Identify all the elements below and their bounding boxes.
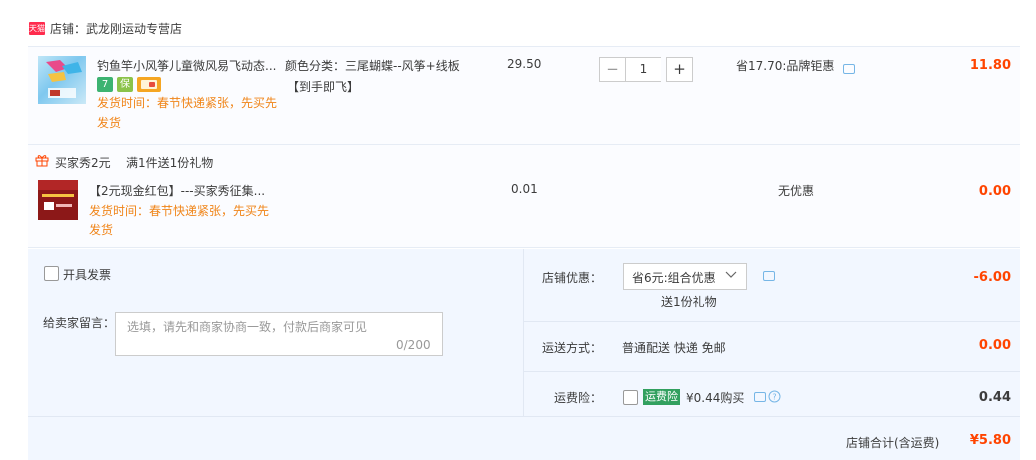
message-counter: 0/200 [396, 338, 431, 352]
insurance-checkbox[interactable] [623, 390, 638, 405]
shop-total-value: ¥5.80 [969, 433, 1011, 448]
shop-total-label: 店铺合计(含运费) [846, 436, 940, 450]
divider [524, 321, 1020, 322]
gift-title-link[interactable]: 【2元现金红包】---买家秀征集... [89, 182, 265, 199]
message-label: 给卖家留言： [43, 316, 116, 330]
item-subtotal: 11.80 [969, 58, 1011, 73]
discount-info: 省17.70:品牌钜惠 [736, 59, 835, 73]
message-icon[interactable] [843, 64, 855, 74]
shop-discount-selected: 省6元:组合优惠 [632, 271, 716, 285]
shipping-notice: 发货时间：春节快递紧张，先买先 [89, 204, 270, 218]
seven-day-return-icon[interactable]: 7 [97, 77, 113, 92]
message-icon[interactable] [754, 392, 766, 402]
shop-discount-value: -6.00 [973, 270, 1011, 285]
shipping-label: 运送方式： [541, 341, 602, 355]
quantity-decrease-button[interactable]: − [599, 57, 626, 82]
sku-info: 颜色分类：三尾蝴蝶--风筝+线板 [285, 59, 460, 73]
shop-name-link[interactable]: 店铺：武龙刚运动专营店 [50, 20, 182, 37]
svg-text:?: ? [772, 393, 776, 402]
shop-discount-label: 店铺优惠： [541, 271, 602, 285]
message-placeholder: 选填，请先和商家协商一致，付款后商家可见 [127, 320, 368, 334]
kite-image-icon [46, 60, 82, 98]
shipping-method: 普通配送 快递 免邮 [622, 341, 726, 355]
unit-price: 0.01 [511, 182, 538, 196]
divider [523, 249, 524, 416]
guarantee-icon[interactable]: 保 [117, 77, 133, 92]
sku-extra: 【到手即飞】 [287, 80, 360, 94]
message-icon[interactable] [763, 271, 775, 281]
invoice-checkbox[interactable] [44, 266, 59, 281]
gift-thumbnail[interactable] [38, 180, 78, 220]
insurance-badge: 运费险 [643, 389, 680, 405]
quantity-input[interactable]: 1 [626, 57, 661, 82]
insurance-value: 0.44 [978, 390, 1011, 405]
invoice-label: 开具发票 [63, 268, 112, 282]
shipping-notice: 发货时间：春节快递紧张，先买先 [97, 96, 278, 110]
item-subtotal: 0.00 [978, 184, 1011, 199]
unit-price: 29.50 [507, 57, 542, 71]
gift-rule: 满1件送1份礼物 [126, 156, 214, 170]
shop-discount-note: 送1份礼物 [661, 295, 717, 309]
help-icon[interactable]: ? [768, 390, 781, 403]
product-title-link[interactable]: 钓鱼竿小风筝儿童微风易飞动态... [97, 57, 276, 74]
quantity-increase-button[interactable]: + [666, 57, 693, 82]
shipping-notice-cont: 发货 [89, 223, 114, 237]
gift-icon [35, 155, 49, 167]
insurance-label: 运费险： [553, 391, 602, 405]
insurance-price: ¥0.44购买 [686, 391, 745, 405]
shipping-value: 0.00 [978, 338, 1011, 353]
product-thumbnail[interactable] [38, 56, 86, 104]
chevron-down-icon [725, 271, 737, 278]
gift-label: 买家秀2元 [55, 156, 111, 170]
divider [524, 371, 1020, 372]
divider [28, 416, 1020, 417]
tmall-badge: 天猫 [29, 22, 45, 35]
discount-info: 无优惠 [778, 184, 815, 198]
shipping-notice-cont: 发货 [97, 116, 122, 130]
card-icon[interactable] [137, 77, 161, 92]
